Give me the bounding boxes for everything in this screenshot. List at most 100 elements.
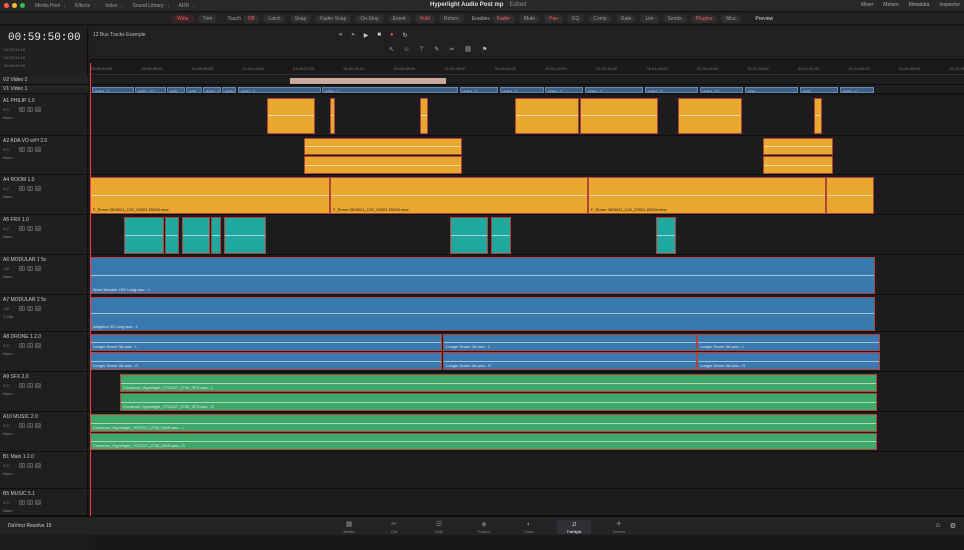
record-icon[interactable]: ● [390,32,394,39]
sound-library-button[interactable]: Sound Library [128,3,168,9]
video-clip[interactable]: A001_C1... [700,87,743,93]
record-arm-button[interactable]: R [19,463,25,468]
solo-button[interactable]: S [27,500,33,505]
timecode-ruler[interactable]: 00:59:50:0000:59:58:0001:00:06:0001:00:1… [89,63,964,75]
home-icon[interactable]: ⌂ [936,522,940,529]
video-clip[interactable]: A001_C... [840,87,874,93]
automation-mode[interactable]: None [3,508,85,513]
record-arm-button[interactable]: R [19,186,25,191]
audio-clip[interactable]: Short Wonder HF2 Long.wav - L [90,257,875,294]
video-clip[interactable]: A001_C... [460,87,498,93]
audio-clip[interactable] [450,217,488,254]
audio-clip[interactable]: F_Room 3M1B41_C00_Z0001 Z0004.mov [330,177,588,214]
page-fusion[interactable]: ◈Fusion [467,520,501,534]
audio-clip[interactable] [826,177,874,214]
track-header[interactable]: A9 SFX 2.00.0RSMNone [0,372,88,412]
automation-mode[interactable]: None [3,274,85,279]
video-clip[interactable]: A001_C... [222,87,236,93]
audio-clip[interactable] [580,98,658,134]
track-header[interactable]: A7 MODULAR 2 5c-18RSM1 Clip [0,295,88,332]
adr-button[interactable]: ADR [175,3,195,9]
pencil-icon[interactable]: ✎ [434,46,439,53]
inspector-button[interactable]: Inspector [939,2,960,8]
track-volume[interactable]: 0.0 [3,383,17,388]
return[interactable]: Return [439,15,464,23]
solo-button[interactable]: S [27,107,33,112]
meters-button[interactable]: Meters [883,2,898,8]
audio-clip[interactable] [124,217,164,254]
automation-mode[interactable]: None [3,471,85,476]
effects-button[interactable]: Effects [71,3,95,9]
video-clip[interactable]: A001_C... [238,87,321,93]
rewind-icon[interactable]: « [339,32,342,39]
video-clip[interactable]: A00... [167,87,185,93]
record-arm-button[interactable]: R [19,107,25,112]
audio-clip[interactable] [165,217,179,254]
trim-button[interactable]: Trim [198,15,218,23]
audio-clip[interactable]: Construct_Hyperlight_7/7/2017_2734_MUS.w… [90,414,877,432]
audio-clip[interactable] [491,217,511,254]
solo-button[interactable]: S [27,383,33,388]
mute-button[interactable]: M [35,343,41,348]
video-clip[interactable]: A001_C... [500,87,544,93]
track-volume[interactable]: 0.0 [3,423,17,428]
track-volume[interactable]: -18 [3,306,17,311]
automation-mode[interactable]: None [3,431,85,436]
solo-button[interactable]: S [27,226,33,231]
track-header[interactable]: A2 ADA VO w/H 2.00.0RSMNone [0,136,88,175]
razor-icon[interactable]: ✂ [449,46,454,53]
enable-gate[interactable]: Gate [616,15,637,23]
maximize-icon[interactable] [20,3,25,8]
track-header[interactable]: B1 Main 1 2.00.0RSMNone [0,452,88,489]
automation-mode[interactable]: None [3,391,85,396]
enable-fader[interactable]: Fader [492,15,515,23]
audio-clip[interactable] [763,138,833,155]
record-arm-button[interactable]: R [19,266,25,271]
audio-clip[interactable]: Longer Drone 3A.wav - R [90,352,442,370]
range-icon[interactable]: ⊹ [404,46,409,53]
video-clip[interactable]: A001_C... [92,87,134,93]
track-volume[interactable]: 0.0 [3,107,17,112]
audio-clip[interactable]: F_Room 3M1B41_C00_Z0001 Z0004.mov [588,177,826,214]
solo-button[interactable]: S [27,147,33,152]
audio-clip[interactable] [267,98,315,134]
enable-plugins[interactable]: Plugins [691,15,717,23]
audio-clip[interactable]: Longer Drone 3A.wav - L [443,334,697,351]
index-button[interactable]: Index [101,3,122,9]
track-header[interactable]: A8 DRONE 1 2.00.0RSMNone [0,332,88,372]
mute-button[interactable]: M [35,463,41,468]
touch-fader-snap[interactable]: Fader Snap [315,15,351,23]
timeline-selector[interactable]: 12 Bus Tracks Example [93,32,146,38]
solo-button[interactable]: S [27,186,33,191]
video-track-header[interactable]: V2 Video 2 [0,76,88,85]
video-clip[interactable]: A00... [800,87,838,93]
audio-clip[interactable] [182,217,210,254]
page-edit[interactable]: ☰Edit [422,520,456,534]
mute-button[interactable]: M [35,500,41,505]
audio-clip[interactable]: Longer Drone 3A.wav - R [697,352,880,370]
solo-button[interactable]: S [27,423,33,428]
solo-button[interactable]: S [27,266,33,271]
enable-mute[interactable]: Mute [519,15,540,23]
pointer-icon[interactable]: ↖ [389,46,394,53]
automation-mode[interactable]: None [3,115,85,120]
flag-icon[interactable]: ⚑ [482,46,487,53]
audio-clip[interactable] [304,156,462,174]
fast-forward-icon[interactable]: » [351,32,354,39]
automation-mode[interactable]: 1 Clip [3,314,85,319]
audio-clip[interactable] [814,98,822,134]
audio-clip[interactable] [763,156,833,174]
automation-mode[interactable]: None [3,155,85,160]
track-volume[interactable]: 0.0 [3,343,17,348]
write-button[interactable]: Write [172,15,194,23]
play-icon[interactable]: ▶ [364,32,369,39]
video-clip[interactable]: A001_C... [545,87,583,93]
settings-icon[interactable]: ⚙ [950,522,956,530]
audio-clip[interactable] [420,98,428,134]
video-clip[interactable]: A00... [745,87,798,93]
link-icon[interactable]: ⛓ [464,46,472,53]
track-volume[interactable]: 0.0 [3,463,17,468]
track-volume[interactable]: -18 [3,266,17,271]
audio-clip[interactable]: Construct_Hyperlight_7/7/2017_2734_SFX.w… [120,374,877,392]
mixer-button[interactable]: Mixer [861,2,873,8]
